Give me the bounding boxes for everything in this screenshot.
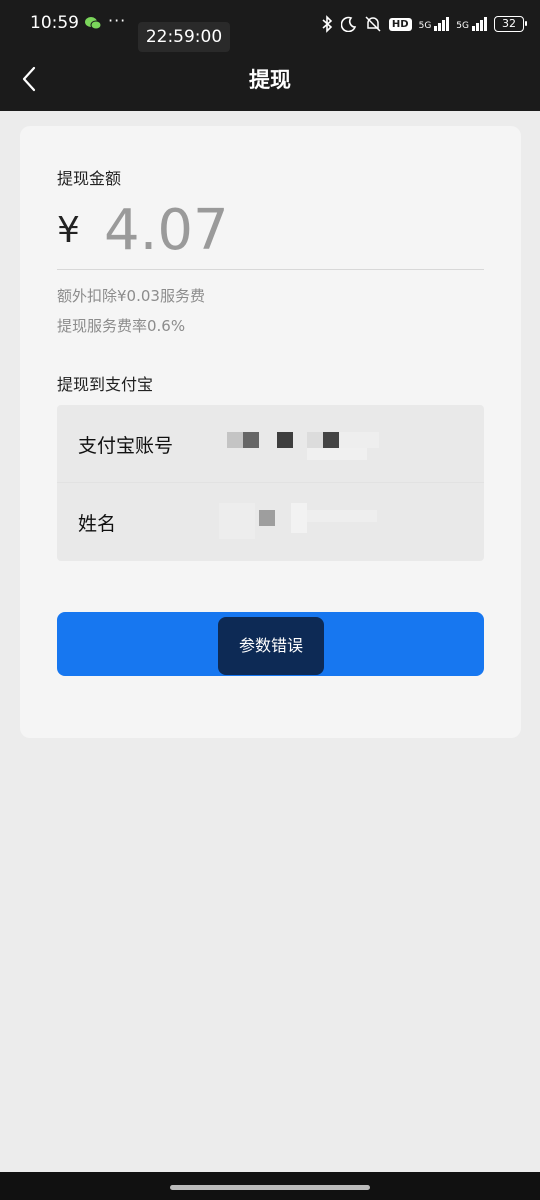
account-value-masked (205, 425, 425, 461)
top-bar: 10:59 ··· 22:59:00 HD 5G 5G 32 提现 (0, 0, 540, 111)
hd-icon: HD (388, 17, 412, 31)
signal-5g-icon: 5G (419, 17, 450, 31)
amount-label: 提现金额 (57, 169, 122, 188)
name-row[interactable]: 姓名 (57, 483, 484, 561)
divider (57, 269, 484, 270)
name-value-masked (205, 503, 425, 539)
fee-note: 额外扣除¥0.03服务费 (57, 287, 205, 305)
amount-input[interactable]: 4.07 (104, 198, 229, 263)
bluetooth-icon (322, 15, 333, 33)
status-time: 10:59 (30, 13, 79, 33)
battery-icon: 32 (494, 16, 527, 32)
rate-note: 提现服务费率0.6% (57, 317, 186, 335)
clock-overlay: 22:59:00 (138, 22, 230, 52)
mute-icon (365, 16, 381, 32)
account-row[interactable]: 支付宝账号 (57, 405, 484, 483)
currency-symbol: ¥ (57, 210, 80, 251)
network-label: 5G (456, 21, 469, 31)
account-label: 支付宝账号 (78, 435, 174, 457)
name-label: 姓名 (78, 513, 117, 535)
network-label: 5G (418, 21, 432, 31)
navigation-bar (0, 1172, 540, 1200)
moon-icon (340, 16, 357, 32)
alipay-form: 支付宝账号 姓名 (57, 405, 484, 561)
more-icon: ··· (108, 11, 127, 30)
destination-label: 提现到支付宝 (57, 375, 154, 394)
wechat-icon (85, 17, 101, 30)
home-indicator[interactable] (170, 1185, 370, 1190)
status-icons: HD 5G 5G 32 (320, 12, 527, 36)
error-toast: 参数错误 (218, 617, 324, 675)
page-title: 提现 (249, 68, 291, 92)
signal-5g-icon: 5G (456, 17, 487, 31)
